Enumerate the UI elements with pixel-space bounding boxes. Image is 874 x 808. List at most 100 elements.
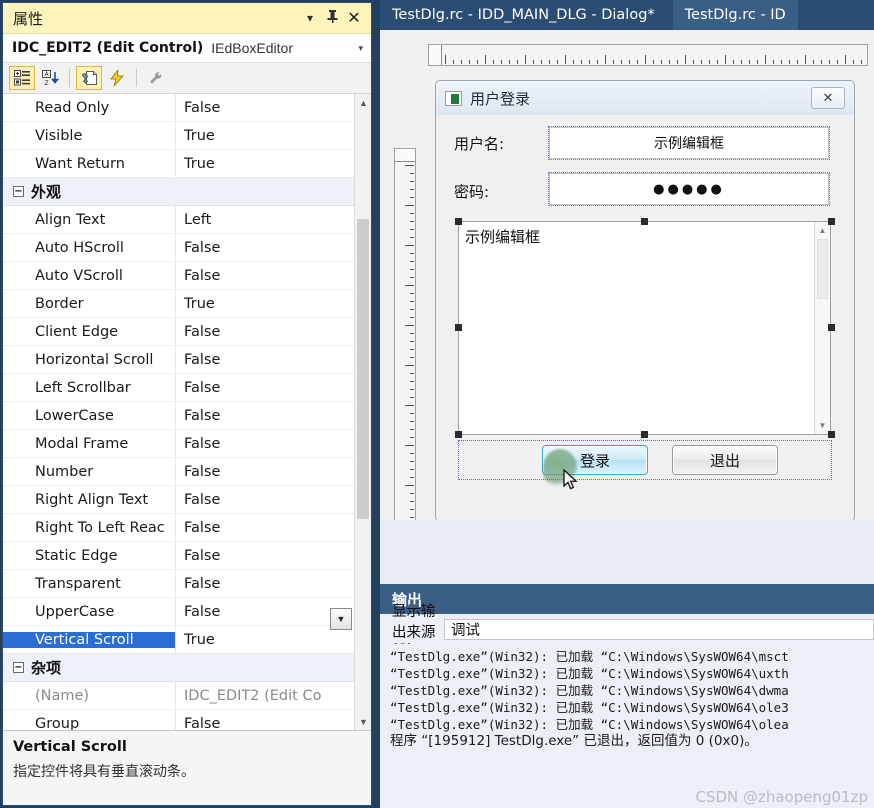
svg-text:Z: Z [44,80,48,86]
ruler-tick [405,325,414,326]
property-value[interactable]: False [175,710,354,730]
collapse-icon[interactable]: − [13,186,24,197]
property-value[interactable]: IDC_EDIT2 (Edit Co [175,682,354,709]
property-value[interactable]: True [175,290,354,317]
property-row[interactable]: (Name) IDC_EDIT2 (Edit Co [3,682,354,710]
property-row[interactable]: Horizontal Scroll False [3,346,354,374]
property-row[interactable]: LowerCase False [3,402,354,430]
property-row[interactable]: Border True [3,290,354,318]
property-value[interactable]: False [175,402,354,429]
property-value[interactable]: True [175,150,354,177]
property-grid[interactable]: Read Only False Visible True Want Return True… [3,94,371,731]
property-row[interactable]: Transparent False [3,570,354,598]
dialog-client-area: 用户名: 示例编辑框 密码: ●●●●● 示例编辑框 ▲ ▼ 登录 退出 [436,115,854,520]
dialog-close-icon[interactable]: ✕ [811,87,845,109]
property-row[interactable]: Auto HScroll False [3,234,354,262]
property-row[interactable]: Right To Left Reac False [3,514,354,542]
property-value[interactable]: False [175,346,354,373]
property-row[interactable]: Client Edge False [3,318,354,346]
username-edit[interactable]: 示例编辑框 [548,126,830,160]
property-row[interactable]: UpperCase False [3,598,354,626]
property-category-row[interactable]: − 杂项 [3,654,354,682]
ruler-tick [445,55,446,64]
window-dropdown-icon[interactable]: ▾ [299,11,321,25]
property-row[interactable]: Static Edge False [3,542,354,570]
output-line: “TestDlg.exe”(Win32): 已加载 “C:\Windows\Sy… [390,717,789,732]
property-value[interactable]: False [175,514,354,541]
resize-handle-w[interactable] [455,324,462,331]
ruler-tick [405,245,414,246]
output-source-combo[interactable]: 调试 [444,618,874,640]
property-value[interactable]: False [175,262,354,289]
resize-handle-e[interactable] [828,324,835,331]
design-dialog[interactable]: 用户登录 ✕ 用户名: 示例编辑框 密码: ●●●●● 示例编辑框 ▲ ▼ 登录… [435,80,855,520]
property-row[interactable]: Left Scrollbar False [3,374,354,402]
property-row[interactable]: Vertical Scroll True [3,626,354,654]
collapse-icon[interactable]: − [13,662,24,673]
property-value[interactable]: False [175,542,354,569]
ruler-tick [410,213,414,214]
properties-page-icon[interactable] [76,66,102,90]
property-row[interactable]: Read Only False [3,94,354,122]
property-name: Group [35,715,80,731]
properties-object-selector[interactable]: IDC_EDIT2 (Edit Control) IEdBoxEditor ▾ [3,34,371,63]
property-row[interactable]: Align Text Left [3,206,354,234]
categorized-view-icon[interactable] [9,66,35,90]
output-text-area[interactable]: “TestDlg.exe”(Win32): 已加载 “C:\Windows\Sy… [380,644,874,808]
multiline-edit[interactable]: 示例编辑框 ▲ ▼ [458,221,831,435]
property-row[interactable]: Want Return True [3,150,354,178]
property-value[interactable]: True [175,122,354,149]
close-icon[interactable]: ✕ [343,8,371,28]
property-pages-icon[interactable] [143,66,169,90]
pin-icon[interactable] [321,10,343,26]
property-row[interactable]: Modal Frame False [3,430,354,458]
property-value[interactable]: True [175,626,354,653]
ruler-tick [410,477,414,478]
password-edit[interactable]: ●●●●● [548,172,830,206]
property-value[interactable]: False [175,94,354,121]
tab-main-dialog[interactable]: TestDlg.rc - IDD_MAIN_DLG - Dialog* [380,0,667,30]
chevron-down-icon[interactable]: ▾ [358,43,371,54]
dialog-app-icon [445,90,462,106]
resize-handle-sw[interactable] [455,431,462,438]
property-row[interactable]: Auto VScroll False [3,262,354,290]
output-line: “TestDlg.exe”(Win32): 已加载 “C:\Windows\Sy… [390,666,789,681]
edit-scrollbar-thumb[interactable] [817,239,828,299]
property-value[interactable]: False [175,318,354,345]
property-value[interactable]: False [175,598,354,625]
property-row[interactable]: Number False [3,458,354,486]
scrollbar-thumb[interactable] [357,219,369,519]
property-value[interactable]: False [175,234,354,261]
resize-handle-ne[interactable] [828,218,835,225]
resize-handle-nw[interactable] [455,218,462,225]
property-row[interactable]: Right Align Text False [3,486,354,514]
property-value[interactable]: False [175,374,354,401]
property-value[interactable]: False [175,570,354,597]
ruler-tick [621,60,622,64]
scroll-down-arrow[interactable]: ▼ [355,713,371,730]
property-value[interactable]: False [175,458,354,485]
resize-handle-se[interactable] [828,431,835,438]
property-category-row[interactable]: − 外观 [3,178,354,206]
properties-title: 属性 [13,9,44,28]
property-value[interactable]: False [175,486,354,513]
alphabetical-sort-icon[interactable]: A Z [37,66,63,90]
exit-button[interactable]: 退出 [672,445,778,475]
resize-handle-s[interactable] [641,431,648,438]
property-value[interactable]: Left [175,206,354,233]
property-row[interactable]: Group False [3,710,354,730]
pin-glyph [327,10,337,23]
tab-secondary[interactable]: TestDlg.rc - ID [672,0,798,30]
edit-scroll-up-arrow[interactable]: ▲ [815,223,830,238]
events-icon[interactable] [104,66,130,90]
dialog-designer-canvas[interactable]: 用户登录 ✕ 用户名: 示例编辑框 密码: ●●●●● 示例编辑框 ▲ ▼ 登录… [380,30,874,520]
property-grid-scrollbar[interactable]: ▲ ▼ [354,94,371,730]
property-name: Modal Frame [35,435,129,452]
property-value[interactable]: False [175,430,354,457]
property-help-panel: Vertical Scroll 指定控件将具有垂直滚动条。 [3,731,371,805]
scroll-up-arrow[interactable]: ▲ [355,94,371,111]
resize-handle-n[interactable] [641,218,648,225]
value-dropdown-button[interactable]: ▼ [330,608,352,630]
ruler-tick [410,253,414,254]
property-row[interactable]: Visible True [3,122,354,150]
